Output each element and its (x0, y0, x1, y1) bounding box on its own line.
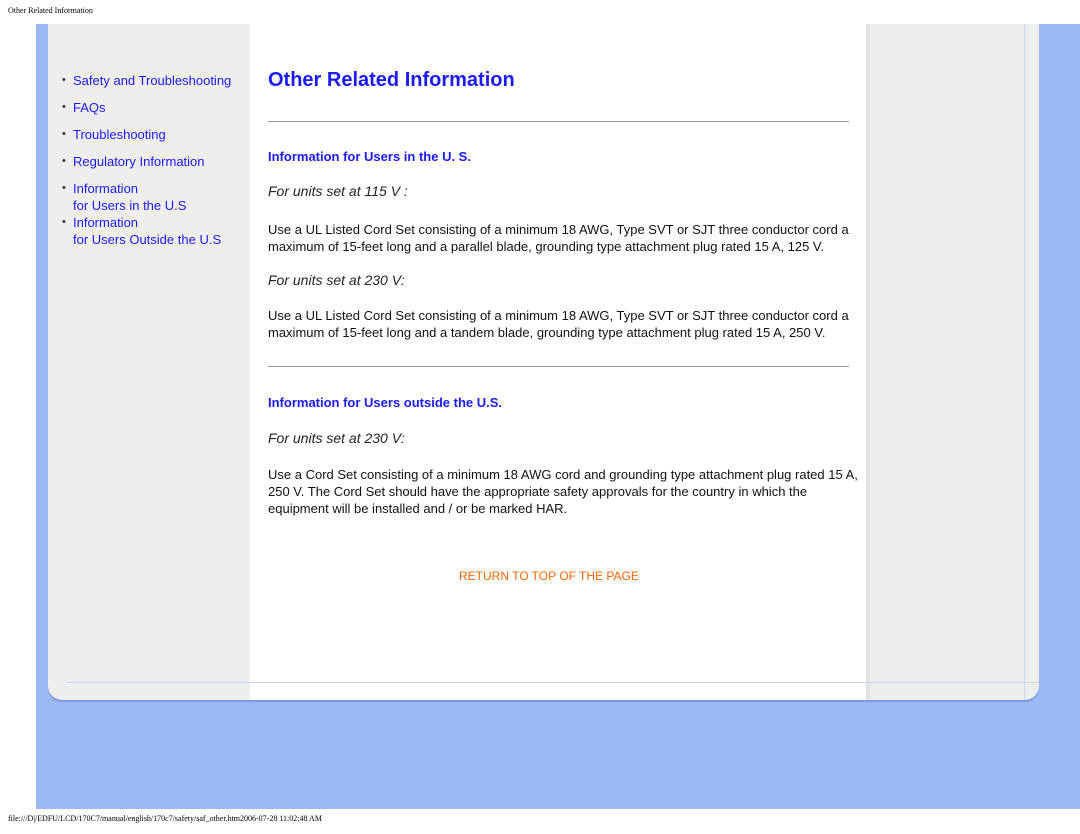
sidebar-link[interactable]: FAQs (73, 99, 106, 116)
vertical-divider (1024, 24, 1025, 700)
link-line: Information (73, 215, 139, 230)
link-line: Information (73, 181, 139, 196)
bullet-icon: • (62, 74, 66, 86)
sidebar-item-troubleshooting[interactable]: • Troubleshooting (62, 126, 231, 143)
paragraph-115v: Use a UL Listed Cord Set consisting of a… (268, 222, 849, 254)
right-shade (866, 24, 872, 700)
sidebar-item-regulatory[interactable]: • Regulatory Information (62, 153, 231, 170)
divider (268, 121, 849, 122)
bullet-icon: • (62, 128, 66, 140)
bullet-icon: • (62, 155, 66, 167)
sidebar-item-safety[interactable]: • Safety and Troubleshooting (62, 72, 231, 89)
sidebar-nav: • Safety and Troubleshooting • FAQs • Tr… (62, 72, 231, 248)
paragraph-230v: Use a UL Listed Cord Set consisting of a… (268, 308, 849, 340)
section-heading-us: Information for Users in the U. S. (268, 149, 471, 164)
bullet-icon: • (62, 101, 66, 113)
page-title: Other Related Information (268, 69, 515, 91)
sidebar-link[interactable]: Information for Users in the U.S (73, 180, 186, 214)
sidebar-item-users-outside[interactable]: • Information for Users Outside the U.S (62, 214, 231, 248)
subheading-230v: For units set at 230 V: (268, 272, 405, 288)
content-area (250, 24, 866, 700)
return-to-top-link[interactable]: RETURN TO TOP OF THE PAGE (459, 569, 639, 583)
link-line: for Users Outside the U.S (73, 232, 222, 247)
bottom-rule (66, 682, 1038, 683)
sidebar-link[interactable]: Information for Users Outside the U.S (73, 214, 221, 248)
bullet-icon: • (62, 216, 66, 228)
section-heading-outside: Information for Users outside the U.S. (268, 395, 503, 410)
print-header: Other Related Information (8, 6, 93, 15)
subheading-outside-230v: For units set at 230 V: (268, 430, 405, 446)
sidebar-link[interactable]: Troubleshooting (73, 126, 166, 143)
sidebar-link[interactable]: Safety and Troubleshooting (73, 72, 231, 89)
sidebar-link[interactable]: Regulatory Information (73, 153, 205, 170)
subheading-115v: For units set at 115 V : (268, 183, 408, 199)
print-footer: file:///D|/EDFU/LCD/170C7/manual/english… (8, 814, 322, 823)
link-line: for Users in the U.S (73, 198, 187, 213)
sidebar-item-users-us[interactable]: • Information for Users in the U.S (62, 180, 231, 214)
bullet-icon: • (62, 182, 66, 194)
divider (268, 366, 849, 367)
sidebar-item-faqs[interactable]: • FAQs (62, 99, 231, 116)
paragraph-outside-230v: Use a Cord Set consisting of a minimum 1… (268, 467, 858, 516)
